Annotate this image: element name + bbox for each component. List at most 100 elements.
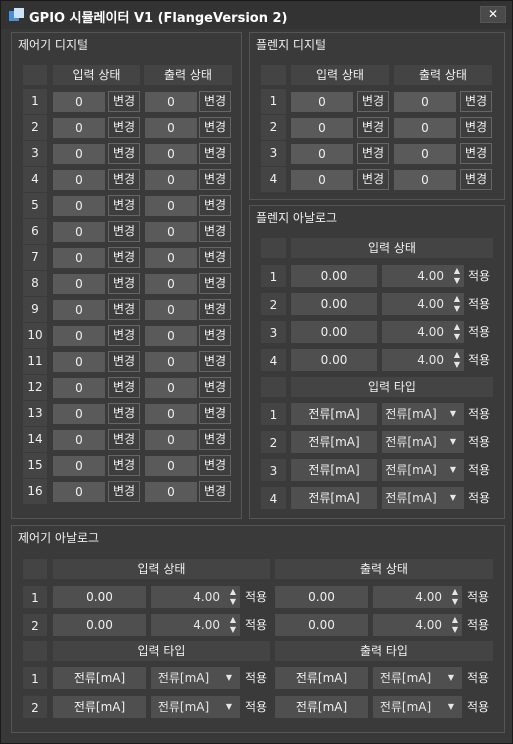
output-change-button[interactable]: 변경 [199,221,231,242]
output-change-button[interactable]: 변경 [199,429,231,450]
input-change-button[interactable]: 변경 [108,403,140,424]
output-apply-button[interactable]: 적용 [464,586,492,608]
row-number: 1 [23,89,47,114]
output-change-button[interactable]: 변경 [460,143,492,164]
input-apply-button[interactable]: 적용 [242,614,270,636]
spin-up-icon: ▲ [453,266,460,275]
output-change-button[interactable]: 변경 [199,377,231,398]
spinbox-value: 4.00 [417,353,444,367]
input-type-dropdown[interactable]: 전류[mA] ▼ [382,459,464,481]
input-change-button[interactable]: 변경 [108,247,140,268]
input-type-dropdown[interactable]: 전류[mA] ▼ [382,487,464,509]
analog-set-spinbox[interactable]: 4.00 ▲ ▼ [382,293,464,315]
output-change-button[interactable]: 변경 [199,169,231,190]
analog-output-value: 0.00 [275,614,368,636]
spin-up-icon: ▲ [229,615,236,624]
spin-down-icon: ▼ [453,360,460,369]
apply-button[interactable]: 적용 [465,321,493,343]
output-change-button[interactable]: 변경 [199,403,231,424]
input-apply-button[interactable]: 적용 [242,667,270,689]
input-type-dropdown[interactable]: 전류[mA] ▼ [151,667,240,689]
input-change-button[interactable]: 변경 [108,221,140,242]
output-change-button[interactable]: 변경 [460,117,492,138]
input-change-button[interactable]: 변경 [108,91,140,112]
output-change-button[interactable]: 변경 [199,195,231,216]
analog-set-spinbox[interactable]: 4.00 ▲ ▼ [382,321,464,343]
row-number: 11 [23,349,47,374]
input-change-button[interactable]: 변경 [108,195,140,216]
analog-input-value: 0.00 [53,586,146,608]
input-change-button[interactable]: 변경 [108,377,140,398]
output-type-dropdown[interactable]: 전류[mA] ▼ [373,696,462,718]
input-apply-button[interactable]: 적용 [242,696,270,718]
input-change-button[interactable]: 변경 [108,299,140,320]
input-change-button[interactable]: 변경 [108,455,140,476]
input-change-button[interactable]: 변경 [357,117,389,138]
output-change-button[interactable]: 변경 [199,143,231,164]
spin-up-icon: ▲ [451,587,458,596]
apply-button[interactable]: 적용 [465,349,493,371]
row-number: 4 [261,349,286,371]
output-apply-button[interactable]: 적용 [464,614,492,636]
analog-set-spinbox[interactable]: 4.00 ▲ ▼ [382,349,464,371]
row-number: 2 [23,115,47,140]
input-change-button[interactable]: 변경 [108,351,140,372]
apply-button[interactable]: 적용 [465,487,493,509]
output-change-button[interactable]: 변경 [199,117,231,138]
input-change-button[interactable]: 변경 [108,273,140,294]
input-type-dropdown[interactable]: 전류[mA] ▼ [382,431,464,453]
input-change-button[interactable]: 변경 [108,117,140,138]
input-change-button[interactable]: 변경 [357,91,389,112]
output-change-button[interactable]: 변경 [199,247,231,268]
output-state-value: 0 [145,378,197,398]
output-change-button[interactable]: 변경 [199,91,231,112]
spin-up-icon: ▲ [453,350,460,359]
input-change-button[interactable]: 변경 [357,143,389,164]
input-set-spinbox[interactable]: 4.00 ▲ ▼ [151,614,240,636]
analog-set-spinbox[interactable]: 4.00 ▲ ▼ [382,265,464,287]
output-type-dropdown[interactable]: 전류[mA] ▼ [373,667,462,689]
input-set-spinbox[interactable]: 4.00 ▲ ▼ [151,586,240,608]
output-change-button[interactable]: 변경 [199,299,231,320]
output-state-value: 0 [145,300,197,320]
apply-button[interactable]: 적용 [465,459,493,481]
input-type-dropdown[interactable]: 전류[mA] ▼ [151,696,240,718]
row-number: 8 [23,271,47,296]
input-state-header: 입력 상태 [53,559,270,579]
input-state-value: 0 [53,196,105,216]
spinbox-value: 4.00 [193,618,220,632]
input-apply-button[interactable]: 적용 [242,586,270,608]
output-apply-button[interactable]: 적용 [464,667,492,689]
output-change-button[interactable]: 변경 [460,169,492,190]
input-change-button[interactable]: 변경 [108,169,140,190]
spinbox-value: 4.00 [417,269,444,283]
row-number: 1 [261,403,286,425]
output-change-button[interactable]: 변경 [460,91,492,112]
output-change-button[interactable]: 변경 [199,325,231,346]
input-change-button[interactable]: 변경 [108,143,140,164]
output-set-spinbox[interactable]: 4.00 ▲ ▼ [373,614,462,636]
input-type-dropdown[interactable]: 전류[mA] ▼ [382,403,464,425]
input-change-button[interactable]: 변경 [108,429,140,450]
output-apply-button[interactable]: 적용 [464,696,492,718]
close-button[interactable]: ✕ [480,6,506,23]
input-change-button[interactable]: 변경 [108,481,140,502]
apply-button[interactable]: 적용 [465,403,493,425]
input-change-button[interactable]: 변경 [108,325,140,346]
analog-type-value: 전류[mA] [291,431,377,453]
row-number: 3 [261,459,286,481]
apply-button[interactable]: 적용 [465,265,493,287]
analog-input-value: 0.00 [291,321,377,343]
apply-button[interactable]: 적용 [465,431,493,453]
output-change-button[interactable]: 변경 [199,455,231,476]
row-number: 12 [23,375,47,400]
input-change-button[interactable]: 변경 [357,169,389,190]
output-change-button[interactable]: 변경 [199,481,231,502]
output-set-spinbox[interactable]: 4.00 ▲ ▼ [373,586,462,608]
output-change-button[interactable]: 변경 [199,351,231,372]
output-change-button[interactable]: 변경 [199,273,231,294]
apply-button[interactable]: 적용 [465,293,493,315]
analog-input-value: 0.00 [291,265,377,287]
analog-output-value: 0.00 [275,586,368,608]
spinbox-value: 4.00 [417,325,444,339]
